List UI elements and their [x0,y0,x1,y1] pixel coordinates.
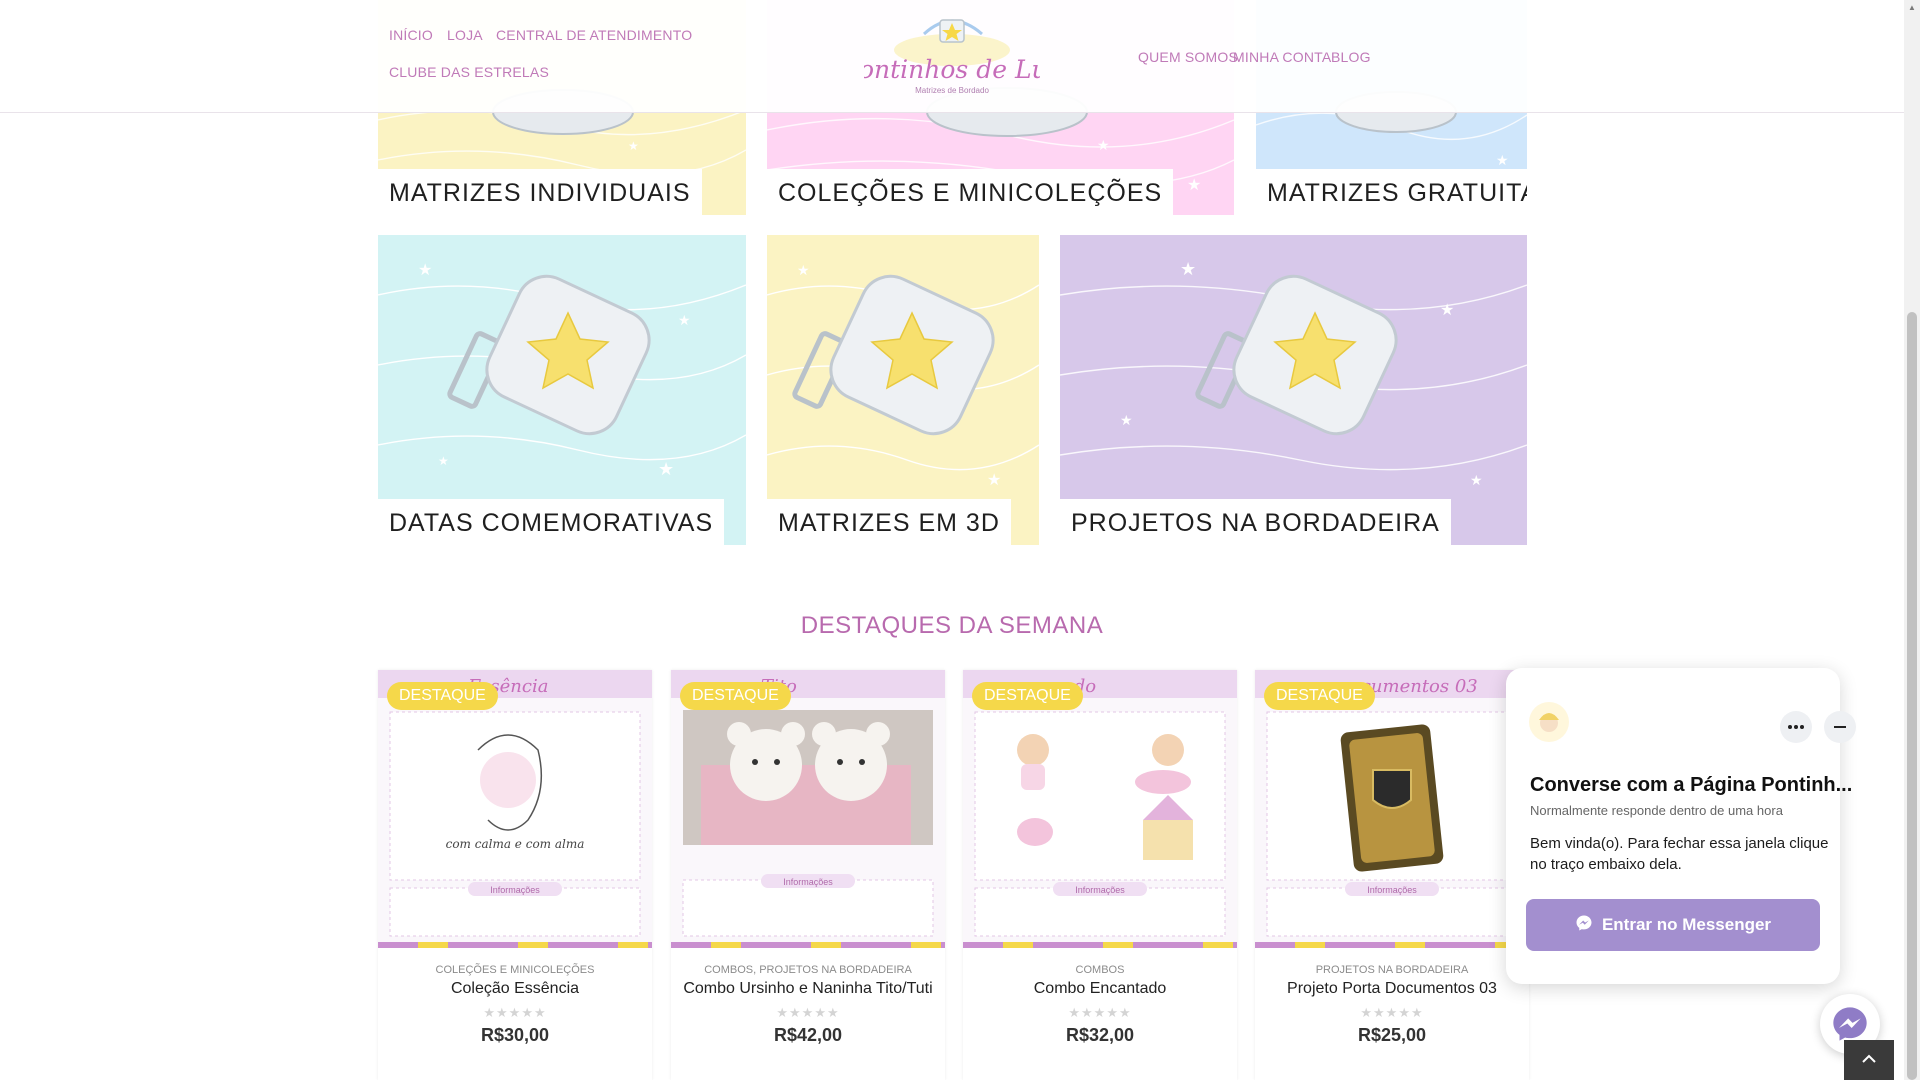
nav-blog[interactable]: BLOG [1331,49,1371,65]
product-name[interactable]: Combo Ursinho e Naninha Tito/Tuti [671,980,945,998]
star-rating-icon: ★★★★★ [1068,1005,1132,1020]
category-label: MATRIZES INDIVIDUAIS [378,169,702,215]
page-avatar [1529,702,1569,742]
featured-badge: DESTAQUE [387,682,498,710]
category-tile-matrizes-em-3d[interactable]: ★ ★ MATRIZES EM 3D [767,235,1039,545]
logo-tagline: Matrizes de Bordado [915,86,989,95]
svg-text:★: ★ [678,312,691,328]
featured-badge: DESTAQUE [1264,682,1375,710]
scrollbar-thumb[interactable] [1907,312,1917,1080]
svg-text:★: ★ [797,262,810,278]
product-category[interactable]: PROJETOS NA BORDADEIRA [1255,964,1529,976]
svg-text:★: ★ [1097,137,1110,153]
category-label: DATAS COMEMORATIVAS [378,499,725,545]
nav-quem-somos[interactable]: QUEM SOMOS [1138,49,1238,65]
star-rating-icon: ★★★★★ [483,1005,547,1020]
svg-text:★: ★ [438,454,449,468]
category-label: COLEÇÕES E MINICOLEÇÕES [767,169,1174,215]
svg-text:★: ★ [1496,152,1509,168]
product-category[interactable]: COLEÇÕES E MINICOLEÇÕES [378,964,652,976]
svg-text:★: ★ [418,262,432,279]
site-logo[interactable]: Pontinhos de Luz Matrizes de Bordado [842,14,1062,100]
section-title-destaques: DESTAQUES DA SEMANA [800,612,1104,639]
back-to-top-button[interactable] [1844,1040,1894,1080]
svg-text:Informações: Informações [1075,885,1125,895]
logo-title: Pontinhos de Luz [864,55,1040,84]
product-name[interactable]: Combo Encantado [963,980,1237,998]
product-name[interactable]: Coleção Essência [378,980,652,998]
category-label: MATRIZES GRATUITAS [1256,169,1527,215]
category-tile-projetos-na-bordadeira[interactable]: ★ ★ ★ ★ PROJETOS NA BORDADEIRA [1060,235,1527,545]
nav-inicio[interactable]: INÍCIO [389,27,433,43]
product-category[interactable]: COMBOS, PROJETOS NA BORDADEIRA [671,964,945,976]
svg-text:★: ★ [1187,177,1201,194]
star-rating-icon: ★★★★★ [776,1005,840,1020]
messenger-chat-widget: Converse com a Página Pontinh... Normalm… [1506,668,1856,984]
nav-minha-conta[interactable]: MINHA CONTA [1233,49,1331,65]
product-image[interactable]: Essência com calma e com alma Informaçõe… [378,670,652,948]
featured-badge: DESTAQUE [972,682,1083,710]
product-image[interactable]: ocumentos 03 Informações [1255,670,1529,948]
product-price: R$42,00 [773,1025,843,1045]
svg-text:Informações: Informações [783,877,833,887]
site-header: INÍCIO LOJA CENTRAL DE ATENDIMENTO CLUBE… [0,0,1904,113]
svg-text:★: ★ [628,139,639,153]
svg-text:com calma e com alma: com calma e com alma [446,837,585,851]
enter-messenger-button[interactable]: Entrar no Messenger [1526,899,1820,951]
svg-text:★: ★ [1120,412,1133,428]
product-image[interactable]: ado Informações [963,670,1237,948]
chevron-up-icon [1861,1051,1877,1069]
product-price: R$32,00 [1065,1025,1135,1045]
svg-text:★: ★ [1440,302,1454,319]
enter-messenger-label: Entrar no Messenger [1601,915,1772,934]
product-category[interactable]: COMBOS [963,964,1237,976]
product-price: R$25,00 [1357,1025,1427,1045]
nav-loja[interactable]: LOJA [447,27,483,43]
more-options-icon[interactable] [1780,711,1812,743]
svg-text:★: ★ [658,459,674,479]
product-image[interactable]: Tito Informações [671,670,945,948]
svg-text:Informações: Informações [1367,885,1417,895]
chat-title: Converse com a Página Pontinh... [1530,774,1853,796]
scroll-up-arrow[interactable]: ▲ [1904,0,1920,16]
category-tile-datas-comemorativas[interactable]: ★ ★ ★ ★ DATAS COMEMORATIVAS [378,235,746,545]
featured-badge: DESTAQUE [680,682,791,710]
svg-text:★: ★ [1470,472,1483,488]
category-label: MATRIZES EM 3D [767,499,1011,545]
svg-text:★: ★ [1180,259,1196,279]
star-rating-icon: ★★★★★ [1360,1005,1424,1020]
messenger-icon [1575,914,1593,937]
nav-clube-das-estrelas[interactable]: CLUBE DAS ESTRELAS [389,64,549,80]
svg-text:★: ★ [987,472,1001,489]
product-price: R$30,00 [480,1025,550,1045]
product-name[interactable]: Projeto Porta Documentos 03 [1255,980,1529,998]
nav-central-de-atendimento[interactable]: CENTRAL DE ATENDIMENTO [496,27,692,43]
category-label: PROJETOS NA BORDADEIRA [1060,499,1451,545]
chat-response-time: Normalmente responde dentro de uma hora [1530,803,1783,818]
chat-welcome-message: Bem vinda(o). Para fechar essa janela cl… [1530,835,1829,873]
svg-text:Informações: Informações [490,885,540,895]
minimize-icon[interactable] [1824,711,1856,743]
